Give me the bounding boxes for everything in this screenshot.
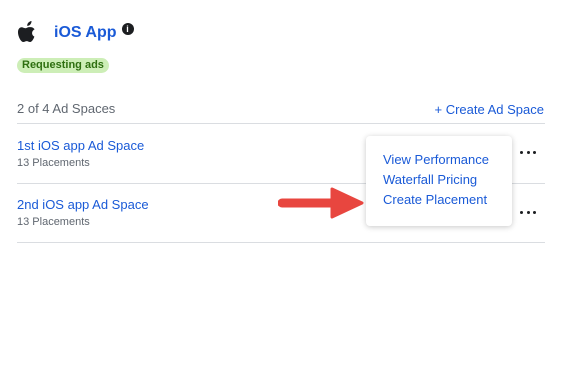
ad-space-options-menu: View Performance Waterfall Pricing Creat… <box>366 136 512 226</box>
more-options-button[interactable] <box>519 147 537 157</box>
apple-logo-icon <box>18 21 40 45</box>
ad-space-title[interactable]: 1st iOS app Ad Space <box>17 138 144 153</box>
dot <box>526 150 530 154</box>
divider <box>17 123 545 124</box>
dot <box>520 150 523 154</box>
create-ad-space-link[interactable]: + Create Ad Space <box>435 102 545 117</box>
status-badge: Requesting ads <box>17 58 109 73</box>
ad-space-placements: 13 Placements <box>17 216 90 228</box>
ad-space-title[interactable]: 2nd iOS app Ad Space <box>17 197 149 212</box>
app-title: iOS App <box>54 24 117 41</box>
dot <box>526 210 530 214</box>
menu-item-waterfall-pricing[interactable]: Waterfall Pricing <box>383 172 477 187</box>
ad-space-placements: 13 Placements <box>17 157 90 169</box>
dot <box>533 210 536 214</box>
more-options-button[interactable] <box>519 207 537 217</box>
app-header: iOS App i <box>18 20 134 46</box>
ad-space-count: 2 of 4 Ad Spaces <box>17 101 116 116</box>
menu-item-create-placement[interactable]: Create Placement <box>383 192 487 207</box>
info-icon[interactable]: i <box>121 23 134 35</box>
dot <box>533 150 536 154</box>
menu-item-view-performance[interactable]: View Performance <box>383 152 489 167</box>
dot <box>520 210 523 214</box>
annotation-arrow-icon <box>278 187 364 219</box>
divider <box>17 242 545 243</box>
